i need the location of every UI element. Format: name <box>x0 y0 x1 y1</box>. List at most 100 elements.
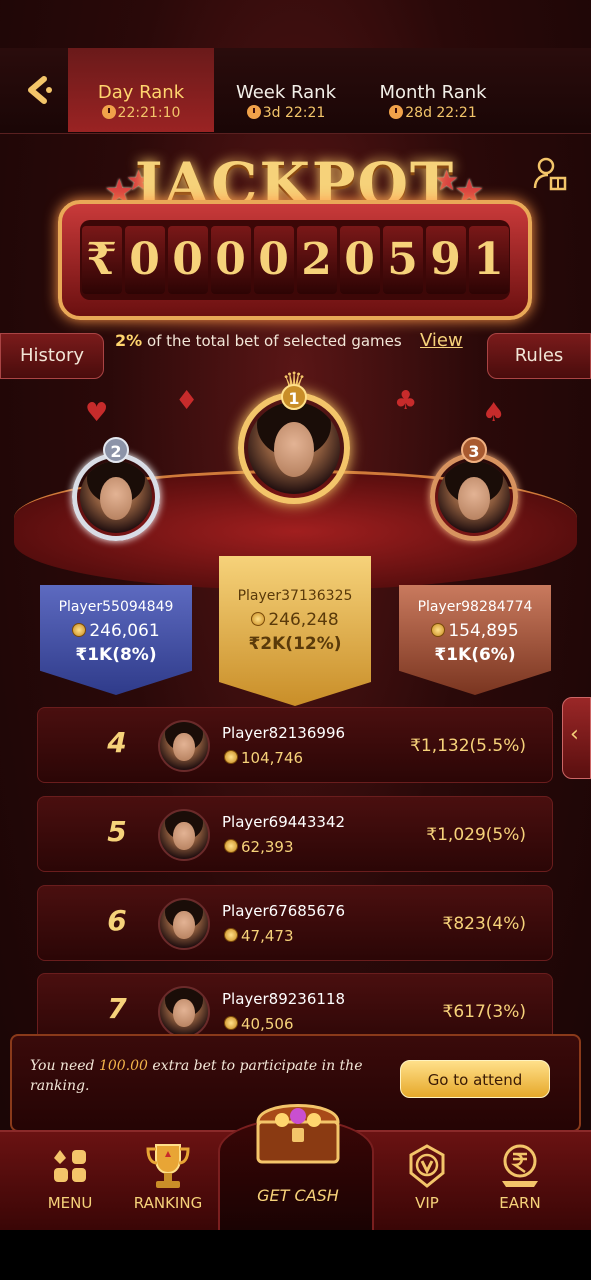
player-name: Player98284774 <box>417 599 533 615</box>
jackpot-digit: 0 <box>339 226 380 294</box>
player-name: Player37136325 <box>237 588 353 604</box>
side-expand-tab[interactable]: ‹ <box>562 697 591 779</box>
coin-icon <box>431 623 446 637</box>
system-bottom-bar <box>0 1230 591 1280</box>
jackpot-percent: 2% <box>115 331 143 350</box>
nav-get-cash[interactable]: GET CASH <box>218 1104 374 1230</box>
player-name: Player69443342 <box>222 813 346 831</box>
jackpot-digit: 2 <box>296 226 337 294</box>
jackpot-digit: 0 <box>124 226 165 294</box>
avatar <box>248 402 340 494</box>
coin-icon <box>251 612 266 626</box>
jackpot-counter-frame: ₹ 0 0 0 0 2 0 5 9 1 <box>58 200 532 320</box>
tab-month-rank[interactable]: Month Rank 28d 22:21 <box>364 48 502 132</box>
table-row[interactable]: 4 Player82136996 104,746 ₹1,132(5.5%) <box>37 707 553 783</box>
row-rank: 4 <box>107 726 127 759</box>
history-button[interactable]: History <box>0 333 104 379</box>
tab-timer: 3d 22:21 <box>216 105 356 121</box>
nav-label: VIP <box>415 1194 439 1212</box>
nav-label: GET CASH <box>257 1186 339 1205</box>
ranking-screen: Day Rank 22:21:10 Week Rank 3d 22:21 Mon… <box>0 0 591 1280</box>
player-coins: 40,506 <box>224 1015 294 1033</box>
row-rank: 6 <box>107 904 127 937</box>
notice-message: You need 100.00 extra bet to participate… <box>30 1058 363 1094</box>
jackpot-counter: ₹ 0 0 0 0 2 0 5 9 1 <box>80 220 510 300</box>
jackpot-note-text: of the total bet of selected games <box>146 332 402 350</box>
chevron-left-icon <box>28 76 52 104</box>
rank-tab-bar: Day Rank 22:21:10 Week Rank 3d 22:21 Mon… <box>0 48 591 134</box>
row-rank: 7 <box>107 992 127 1025</box>
nav-ranking[interactable]: RANKING <box>118 1140 218 1212</box>
view-link[interactable]: View <box>420 330 463 351</box>
vip-shield-icon <box>409 1144 445 1188</box>
nav-label: MENU <box>47 1194 93 1212</box>
rank-badge: 3 <box>461 437 487 463</box>
row-rank: 5 <box>107 815 127 848</box>
menu-grid-icon <box>54 1150 86 1182</box>
tab-day-rank[interactable]: Day Rank 22:21:10 <box>68 48 214 132</box>
player-reward: ₹1,029(5%) <box>426 825 526 845</box>
jackpot-note: 2% of the total bet of selected games <box>115 331 402 350</box>
nav-earn[interactable]: EARN <box>470 1140 570 1212</box>
player-coins: 246,248 <box>219 610 371 630</box>
tab-week-rank[interactable]: Week Rank 3d 22:21 <box>216 48 356 132</box>
rank-badge: 1 <box>281 384 307 410</box>
player-name: Player55094849 <box>58 599 174 615</box>
table-row[interactable]: 6 Player67685676 47,473 ₹823(4%) <box>37 885 553 961</box>
coin-icon <box>224 928 238 942</box>
avatar <box>158 809 210 861</box>
player-reward: ₹1K(8%) <box>75 645 157 665</box>
table-row[interactable]: 5 Player69443342 62,393 ₹1,029(5%) <box>37 796 553 872</box>
rank-badge: 2 <box>103 437 129 463</box>
back-button[interactable] <box>18 70 58 110</box>
diamond-suit-icon: ♦ <box>175 386 199 416</box>
player-reward: ₹1,132(5.5%) <box>410 736 526 756</box>
player-coins: 47,473 <box>224 927 294 945</box>
rules-button[interactable]: Rules <box>487 333 591 379</box>
clock-icon <box>101 105 116 119</box>
coin-icon <box>224 839 238 853</box>
player-coins: 62,393 <box>224 838 294 856</box>
podium-card-1[interactable]: Player37136325 246,248 ₹2K(12%) <box>219 556 371 706</box>
spade-suit-icon: ♠ <box>482 398 506 428</box>
player-coins: 104,746 <box>224 749 303 767</box>
clock-icon <box>389 105 404 119</box>
nav-menu[interactable]: MENU <box>20 1140 120 1212</box>
player-reward: ₹823(4%) <box>442 914 527 934</box>
player-reward: ₹2K(12%) <box>248 634 342 654</box>
club-suit-icon: ♣ <box>394 386 418 416</box>
heart-suit-icon: ♥ <box>85 398 109 428</box>
player-name: Player67685676 <box>222 902 346 920</box>
tab-label: Day Rank <box>97 82 185 103</box>
user-gift-icon[interactable] <box>532 156 568 192</box>
nav-vip[interactable]: VIP <box>377 1140 477 1212</box>
coin-icon <box>224 1016 238 1030</box>
chevron-left-icon: ‹ <box>570 722 579 747</box>
player-coins: 154,895 <box>399 621 551 641</box>
coin-icon <box>72 623 87 637</box>
avatar <box>80 461 152 533</box>
podium-card-3[interactable]: Player98284774 154,895 ₹1K(6%) <box>399 585 551 695</box>
jackpot-currency: ₹ <box>81 226 122 294</box>
clock-icon <box>246 105 261 119</box>
player-name: Player82136996 <box>222 724 346 742</box>
avatar <box>158 986 210 1038</box>
notice-amount: 100.00 <box>98 1058 148 1074</box>
tab-label: Month Rank <box>379 82 487 103</box>
player-coins: 246,061 <box>40 621 192 641</box>
player-reward: ₹617(3%) <box>442 1002 527 1022</box>
podium-card-2[interactable]: Player55094849 246,061 ₹1K(8%) <box>40 585 192 695</box>
nav-label: RANKING <box>133 1194 203 1212</box>
go-to-attend-button[interactable]: Go to attend <box>400 1060 550 1098</box>
jackpot-digit: 1 <box>468 226 509 294</box>
avatar <box>438 461 510 533</box>
jackpot-digit: 5 <box>382 226 423 294</box>
tab-label: Week Rank <box>235 82 336 103</box>
jackpot-digit: 0 <box>253 226 294 294</box>
player-reward: ₹1K(6%) <box>434 645 516 665</box>
player-name: Player89236118 <box>222 990 346 1008</box>
jackpot-digit: 9 <box>425 226 466 294</box>
tab-timer: 28d 22:21 <box>364 105 502 121</box>
avatar <box>158 898 210 950</box>
rupee-coin-icon <box>502 1144 538 1187</box>
